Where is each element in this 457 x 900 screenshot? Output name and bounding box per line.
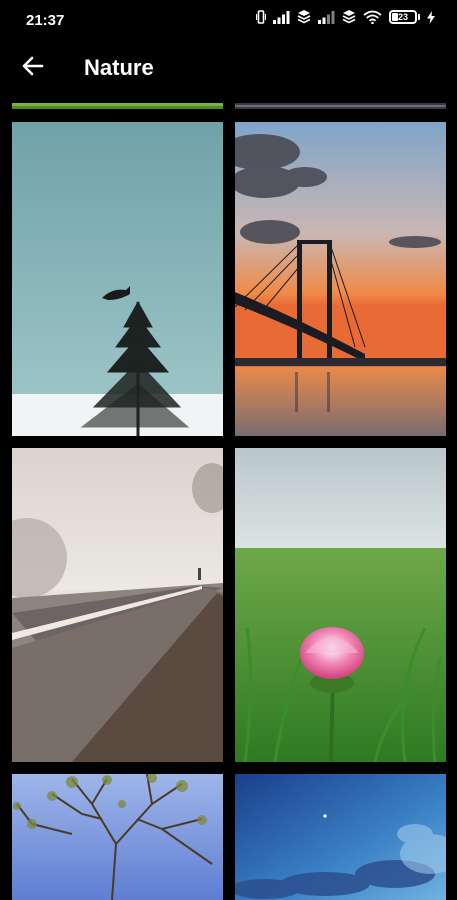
battery-level: 23 [397,12,408,22]
gallery-image-partial-left[interactable] [12,103,223,109]
gallery-image-pink-flower[interactable] [235,448,446,762]
gallery-image-blue-sky[interactable] [235,774,446,900]
data-icon [297,10,311,24]
vibrate-icon [256,10,266,24]
data-icon [342,10,356,24]
gallery-image-foggy-road[interactable] [12,448,223,762]
status-icons: 23 [256,10,435,24]
gallery-image-bare-tree[interactable] [12,774,223,900]
charging-icon [427,10,435,24]
page-title: Nature [84,55,154,80]
wifi-icon [363,10,382,24]
gallery-image-bridge-sunset[interactable] [235,122,446,436]
back-button[interactable] [14,50,52,86]
status-bar: 21:37 23 [0,0,457,40]
battery-icon: 23 [389,10,420,24]
arrow-left-icon [22,56,44,81]
app-bar: Nature [0,40,457,96]
signal-icon [318,10,335,24]
gallery-image-partial-right[interactable] [235,103,446,109]
gallery-image-tree-bird[interactable] [12,122,223,436]
signal-icon [273,10,290,24]
status-time: 21:37 [26,12,65,29]
